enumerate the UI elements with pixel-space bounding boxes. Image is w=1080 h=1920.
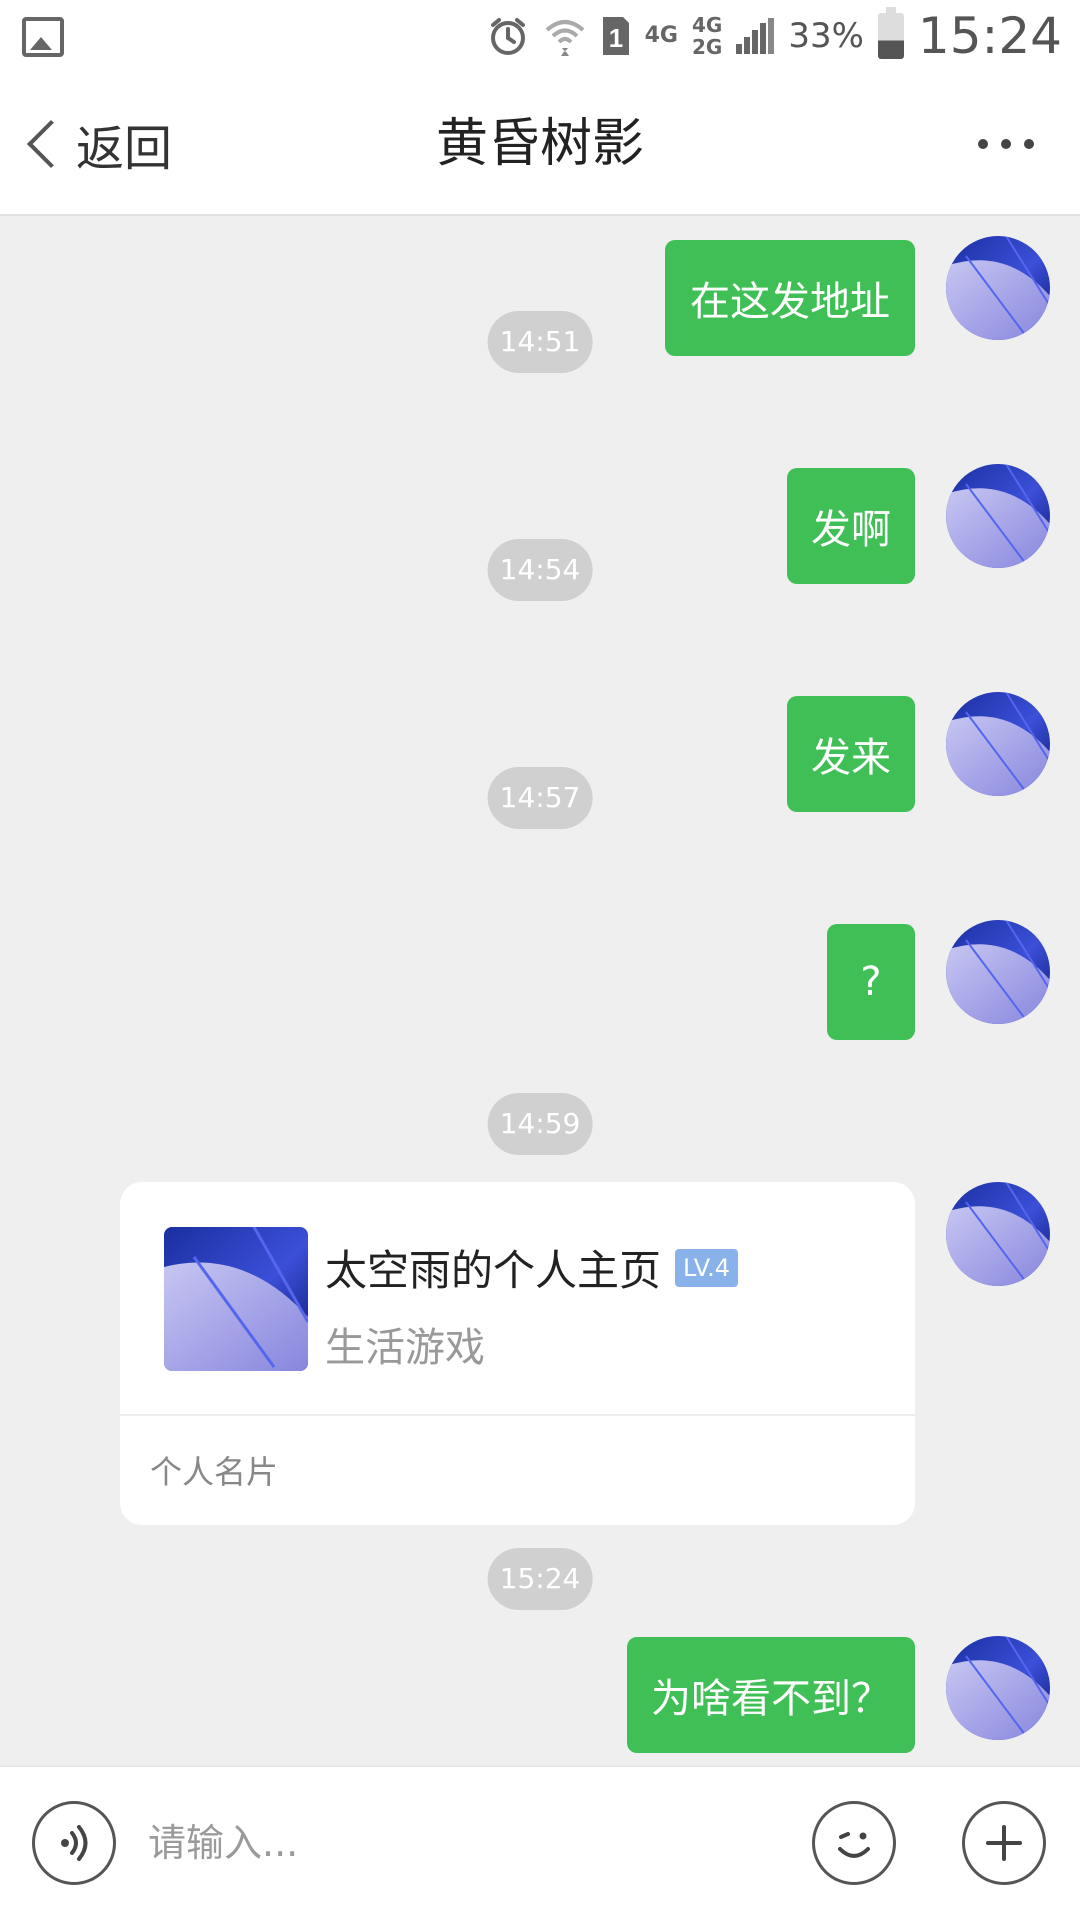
signal-icon	[736, 18, 775, 54]
avatar[interactable]	[946, 920, 1050, 1024]
message-bubble[interactable]: 发来	[787, 696, 915, 812]
message-input[interactable]	[148, 1801, 768, 1885]
status-time: 15:24	[917, 7, 1062, 65]
status-bar: 1 4G 4G 2G 33% 15:24	[0, 0, 1080, 72]
voice-button[interactable]	[32, 1801, 116, 1885]
sim-icon: 1	[601, 15, 631, 57]
wifi-icon	[543, 14, 587, 58]
timestamp: 14:59	[487, 1093, 593, 1155]
network-secondary-top: 4G	[691, 13, 723, 37]
network-primary: 4G	[644, 23, 678, 48]
message-bubble[interactable]: 在这发地址	[665, 240, 915, 356]
emoji-icon	[838, 1832, 870, 1858]
avatar[interactable]	[946, 1182, 1050, 1286]
network-secondary: 4G 2G	[692, 14, 722, 58]
nav-bar: 返回 黄昏树影	[0, 72, 1080, 216]
emoji-button[interactable]	[812, 1801, 896, 1885]
message-bubble[interactable]: 为啥看不到？	[627, 1637, 915, 1753]
avatar[interactable]	[946, 692, 1050, 796]
timestamp: 15:24	[487, 1548, 593, 1610]
avatar[interactable]	[946, 1636, 1050, 1740]
network-secondary-bottom: 2G	[691, 35, 723, 59]
plus-button[interactable]	[962, 1801, 1046, 1885]
card-footer: 个人名片	[150, 1453, 279, 1491]
message-bubble[interactable]: 发啊	[787, 468, 915, 584]
level-badge: LV.4	[675, 1248, 738, 1287]
alarm-icon	[487, 15, 529, 57]
avatar[interactable]	[946, 464, 1050, 568]
card-thumbnail	[164, 1227, 308, 1371]
timestamp: 14:51	[487, 311, 593, 373]
svg-text:1: 1	[608, 23, 622, 53]
battery-icon	[877, 7, 904, 59]
plus-icon	[986, 1825, 1022, 1861]
message-bubble[interactable]: ?	[827, 924, 915, 1040]
status-icons: 1 4G 4G 2G 33% 15:24	[487, 0, 1062, 72]
card-subtitle: 生活游戏	[325, 1325, 485, 1371]
input-bar	[0, 1766, 1080, 1920]
timestamp: 14:54	[487, 539, 593, 601]
avatar[interactable]	[946, 236, 1050, 340]
card-title: 太空雨的个人主页	[325, 1246, 662, 1295]
profile-card[interactable]: 太空雨的个人主页 LV.4 生活游戏 个人名片	[120, 1182, 915, 1525]
battery-percent: 33%	[788, 16, 864, 56]
chat-area[interactable]: 在这发地址 14:51 发啊 14:54 发来 14:57 ? 14:59 太空…	[0, 218, 1080, 1766]
page-title: 黄昏树影	[435, 114, 644, 174]
gallery-icon	[22, 17, 64, 57]
voice-icon	[61, 1825, 88, 1861]
timestamp: 14:57	[487, 767, 593, 829]
card-divider	[120, 1414, 915, 1416]
card-title-row: 太空雨的个人主页 LV.4	[325, 1237, 738, 1298]
more-icon[interactable]	[978, 132, 1034, 156]
